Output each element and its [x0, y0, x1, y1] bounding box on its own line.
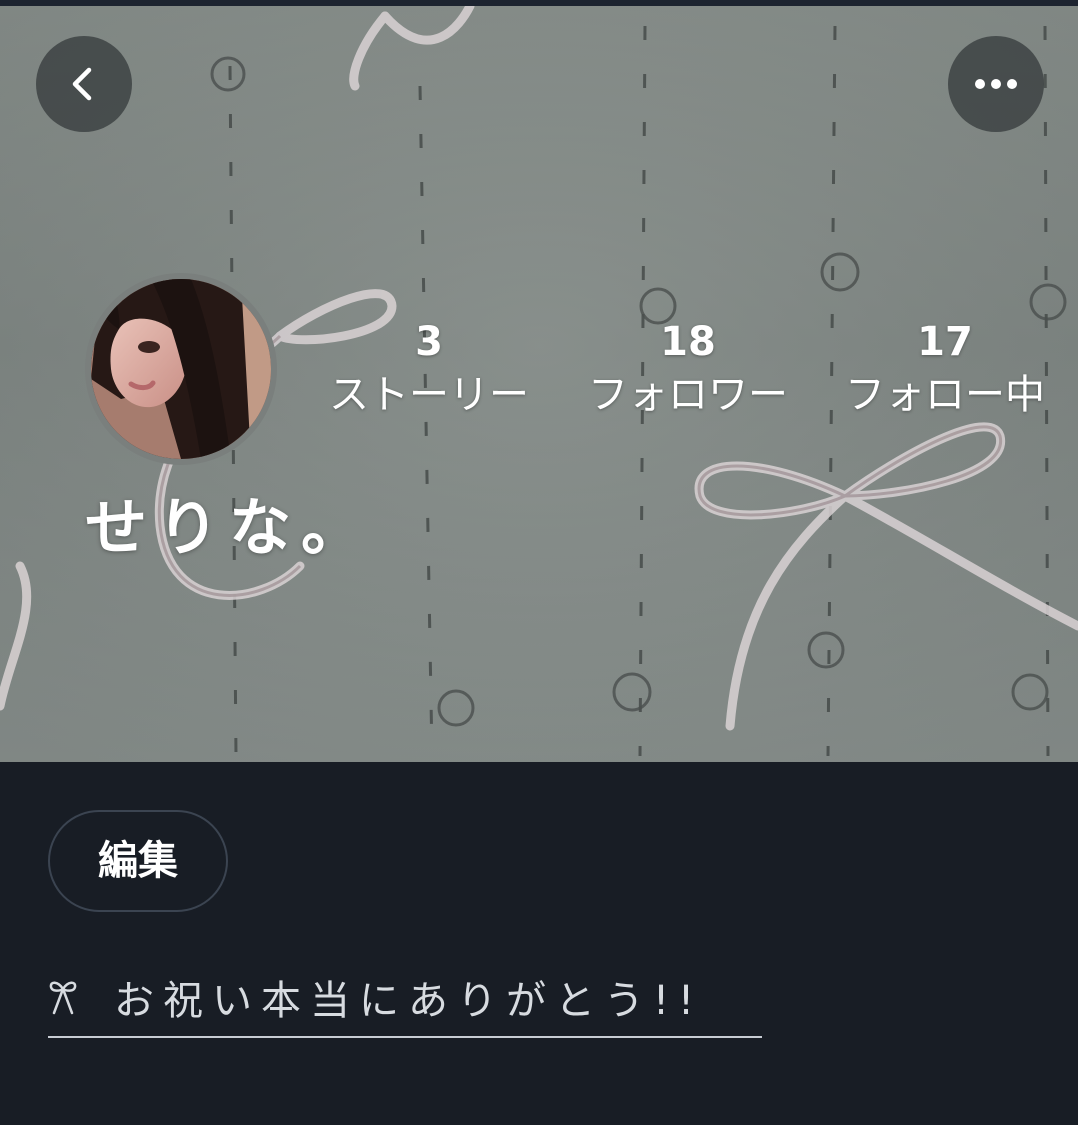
more-horizontal-icon — [975, 79, 1017, 89]
followers-stat[interactable]: 18 フォロワー — [573, 318, 803, 424]
following-count: 17 — [917, 319, 973, 365]
stories-count: 3 — [415, 319, 443, 365]
avatar[interactable] — [85, 273, 277, 465]
following-stat[interactable]: 17 フォロー中 — [830, 318, 1060, 424]
more-options-button[interactable] — [948, 36, 1044, 132]
bio: お祝い本当にありがとう!! — [48, 958, 762, 1038]
followers-count: 18 — [660, 319, 716, 365]
edit-profile-button[interactable]: 編集 — [48, 810, 228, 912]
profile-screen: 3 ストーリー 18 フォロワー 17 フォロー中 せりな。 編集 お祝い本当に… — [0, 0, 1078, 1125]
bio-text: お祝い本当にありがとう!! — [114, 978, 704, 1024]
bow-icon — [49, 981, 77, 1015]
display-name: せりな。 — [85, 491, 374, 564]
stories-stat[interactable]: 3 ストーリー — [314, 318, 544, 424]
following-label: フォロー中 — [845, 372, 1045, 418]
followers-label: フォロワー — [588, 372, 788, 418]
avatar-photo — [91, 279, 271, 459]
back-button[interactable] — [36, 36, 132, 132]
stories-label: ストーリー — [329, 372, 529, 418]
chevron-left-icon — [72, 67, 92, 101]
